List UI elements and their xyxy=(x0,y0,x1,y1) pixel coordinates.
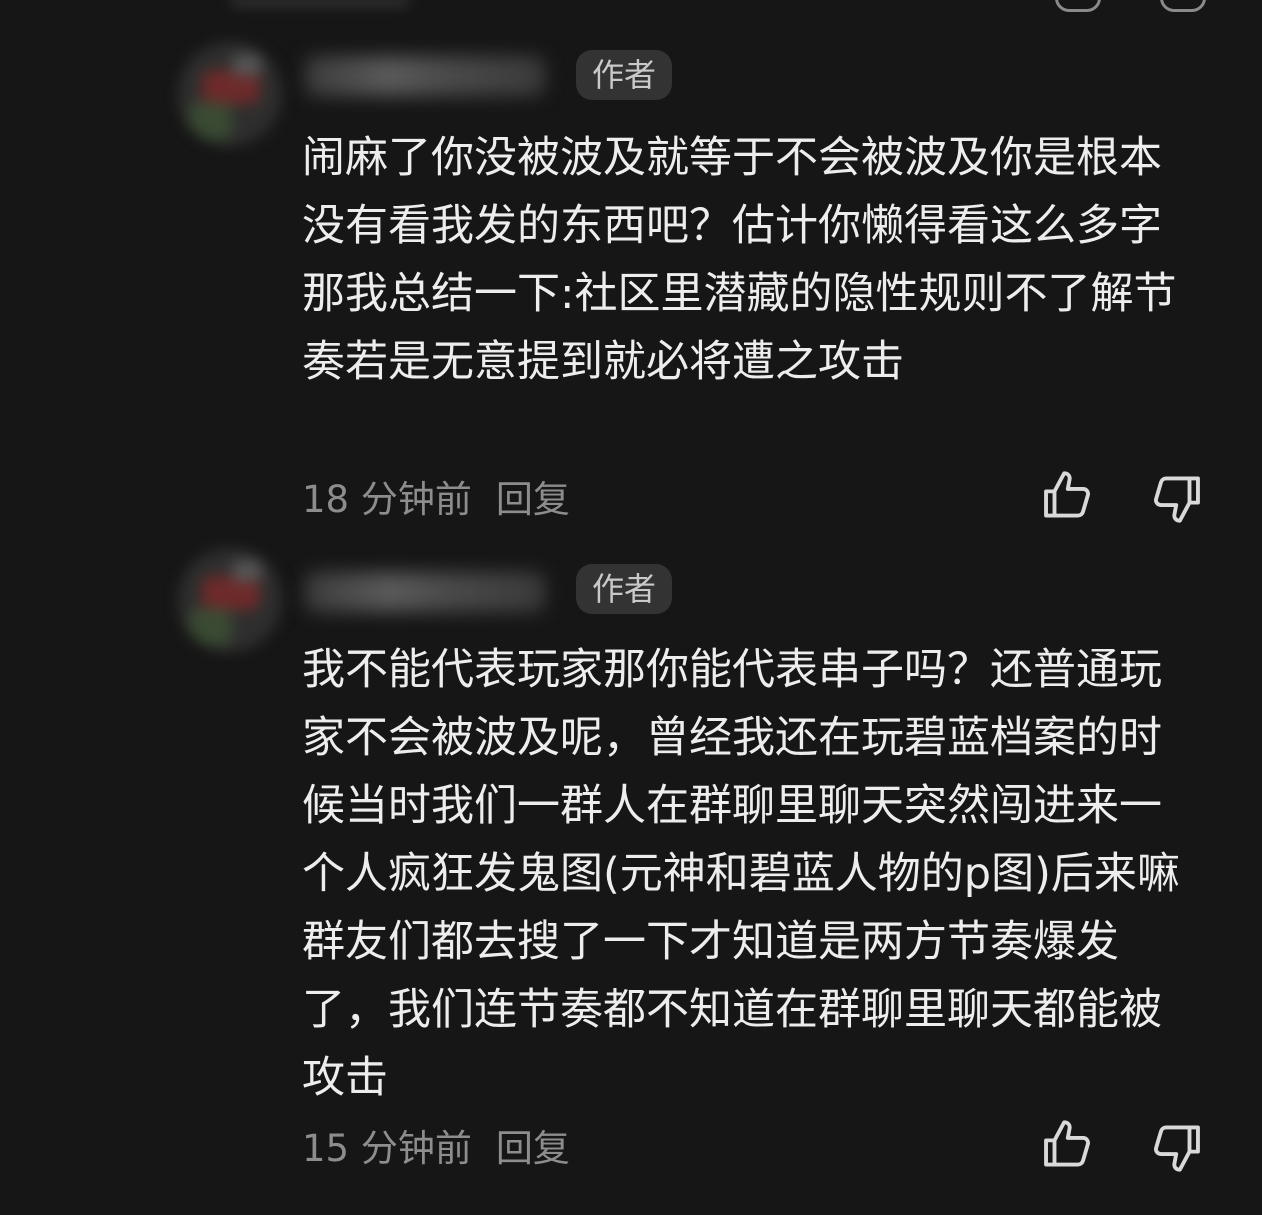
thumbs-down-icon[interactable] xyxy=(1160,0,1206,12)
username-blurred[interactable] xyxy=(305,572,545,612)
avatar[interactable] xyxy=(178,548,282,652)
comment-text: 闹麻了你没被波及就等于不会被波及你是根本没有看我发的东西吧？估计你懒得看这么多字… xyxy=(302,133,1177,387)
thumbs-up-icon[interactable] xyxy=(1040,466,1098,524)
author-badge: 作者 xyxy=(576,564,672,614)
previous-comment-fragment xyxy=(0,0,1262,14)
comment-time: 18 分钟前 xyxy=(302,478,472,521)
comment-meta: 15 分钟前 回复 xyxy=(302,1124,570,1174)
thumbs-up-icon[interactable] xyxy=(1055,0,1101,12)
reply-button[interactable]: 回复 xyxy=(496,1124,570,1174)
comment-time: 15 分钟前 xyxy=(302,1127,472,1170)
username-blurred[interactable] xyxy=(305,56,545,96)
thumbs-down-icon[interactable] xyxy=(1146,1119,1204,1177)
author-badge: 作者 xyxy=(576,50,672,100)
thumbs-down-icon[interactable] xyxy=(1146,470,1204,528)
comment-text: 我不能代表玩家那你能代表串子吗？还普通玩家不会被波及呢，曾经我还在玩碧蓝档案的时… xyxy=(302,645,1180,1103)
reply-button[interactable]: 回复 xyxy=(496,475,570,525)
thumbs-up-icon[interactable] xyxy=(1040,1115,1098,1173)
comment-meta: 18 分钟前 回复 xyxy=(302,475,570,525)
blurred-text-fragment xyxy=(230,0,410,8)
avatar[interactable] xyxy=(178,42,282,146)
